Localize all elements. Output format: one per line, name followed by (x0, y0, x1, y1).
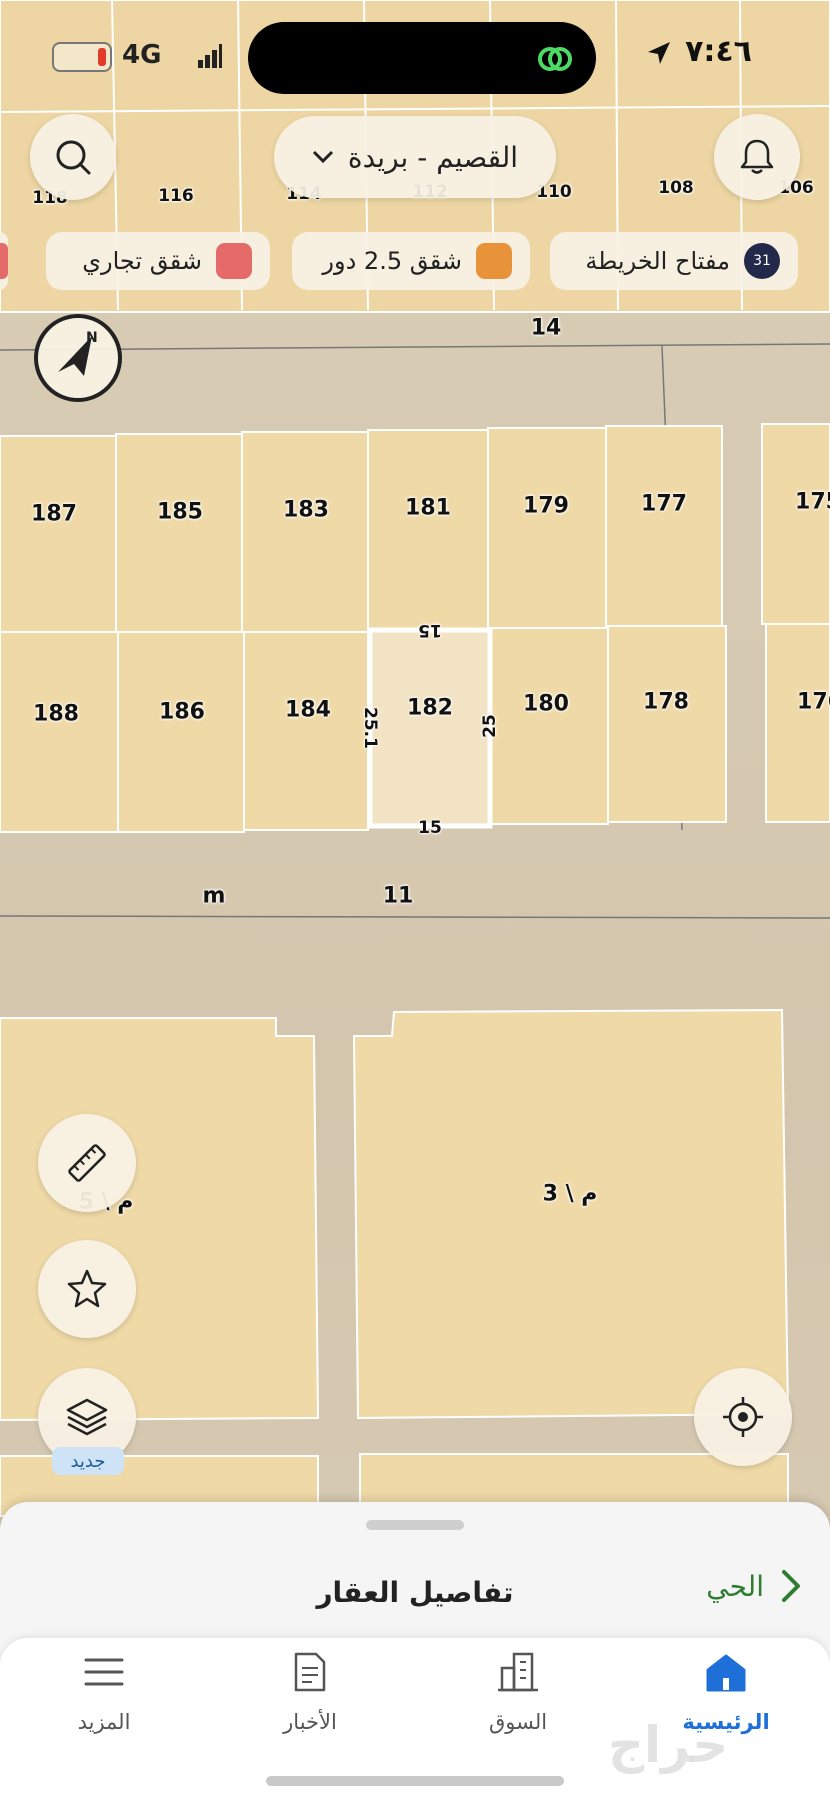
dynamic-island (248, 22, 596, 94)
lot-label[interactable]: 176 (797, 690, 830, 715)
new-badge: جديد (52, 1447, 124, 1475)
notifications-button[interactable] (714, 114, 800, 200)
street-unit-label: m (202, 883, 226, 909)
selected-lot-label[interactable]: 182 (407, 696, 453, 721)
filter-chip-apartments[interactable]: شقق 2.5 دور (292, 232, 530, 290)
chip-label: شقق تجاري (82, 247, 202, 275)
status-bar: 4G ٧:٤٦ (0, 0, 830, 110)
home-icon (706, 1654, 746, 1692)
watermark-logo: حراج (608, 1716, 729, 1774)
compass-icon[interactable]: N (32, 312, 124, 404)
legend-chips: 31 مفتاح الخريطة شقق 2.5 دور شقق تجاري (0, 232, 830, 292)
district-link[interactable]: الحي (706, 1568, 802, 1604)
search-button[interactable] (30, 114, 116, 200)
lot-label[interactable]: 179 (523, 494, 569, 519)
tab-label: السوق (488, 1710, 548, 1734)
lot-label[interactable]: 177 (641, 492, 687, 517)
battery-icon (52, 42, 112, 72)
map-key-count: 31 (744, 243, 780, 279)
menu-icon (84, 1658, 124, 1686)
big-lot-label[interactable]: 3 \ م (543, 1182, 598, 1207)
document-icon (294, 1652, 326, 1692)
home-indicator[interactable] (266, 1776, 564, 1786)
buildings-icon (498, 1652, 538, 1692)
orange-swatch (476, 243, 512, 279)
tab-news[interactable]: الأخبار (220, 1638, 400, 1768)
lot-label[interactable]: 183 (283, 498, 329, 523)
location-arrow-icon (648, 42, 670, 64)
chevron-down-icon (312, 150, 333, 164)
selected-lot-outline[interactable] (367, 627, 493, 829)
lot-label[interactable]: 184 (285, 698, 331, 723)
lot-dimension-bottom: 15 (418, 818, 442, 838)
sheet-grabber[interactable] (366, 1520, 464, 1530)
map-key-chip[interactable]: 31 مفتاح الخريطة (550, 232, 798, 290)
lot-label[interactable]: 178 (643, 690, 689, 715)
red-swatch (0, 243, 8, 279)
my-location-button[interactable] (694, 1368, 792, 1466)
lot-label[interactable]: 180 (523, 692, 569, 717)
star-icon (67, 1269, 107, 1308)
lot-label[interactable]: 181 (405, 496, 451, 521)
lot-label[interactable]: 175 (795, 490, 830, 515)
filter-chip-partial[interactable] (0, 232, 8, 290)
search-icon (56, 140, 91, 175)
tab-more[interactable]: المزيد (14, 1638, 194, 1768)
lot-label[interactable]: 185 (157, 500, 203, 525)
ruler-icon (68, 1144, 106, 1182)
lot-label[interactable]: 186 (159, 700, 205, 725)
bell-icon (740, 139, 774, 174)
lot-dimension-left: 25.1 (360, 707, 380, 749)
filter-chip-commercial[interactable]: شقق تجاري (46, 232, 270, 290)
red-swatch (216, 243, 252, 279)
network-label: 4G (122, 40, 162, 70)
chevron-right-icon (782, 1570, 800, 1602)
link-icon (538, 47, 572, 71)
tab-label: المزيد (77, 1710, 131, 1734)
district-label: الحي (706, 1569, 764, 1603)
clock: ٧:٤٦ (685, 34, 752, 69)
lot-label: 108 (658, 178, 694, 198)
lot-label: 116 (158, 186, 194, 206)
tab-market[interactable]: السوق (428, 1638, 608, 1768)
measure-button[interactable] (38, 1114, 136, 1212)
layers-icon (66, 1398, 108, 1436)
lot-label[interactable]: 188 (33, 702, 79, 727)
chip-label: شقق 2.5 دور (322, 247, 462, 275)
favorites-button[interactable] (38, 1240, 136, 1338)
lot-dimension-top: 15 (418, 620, 442, 640)
compass-north-label: N (86, 330, 98, 346)
chip-label: مفتاح الخريطة (585, 247, 730, 275)
street-label: 11 (382, 883, 414, 909)
tab-label: الأخبار (283, 1710, 337, 1734)
crosshair-icon (723, 1397, 763, 1437)
region-selector[interactable]: القصيم - بريدة (274, 116, 556, 198)
street-label: 14 (530, 315, 562, 341)
region-label: القصيم - بريدة (347, 140, 519, 174)
signal-icon (198, 44, 222, 68)
lot-dimension-right: 25 (480, 714, 500, 738)
lot-label[interactable]: 187 (31, 502, 77, 527)
